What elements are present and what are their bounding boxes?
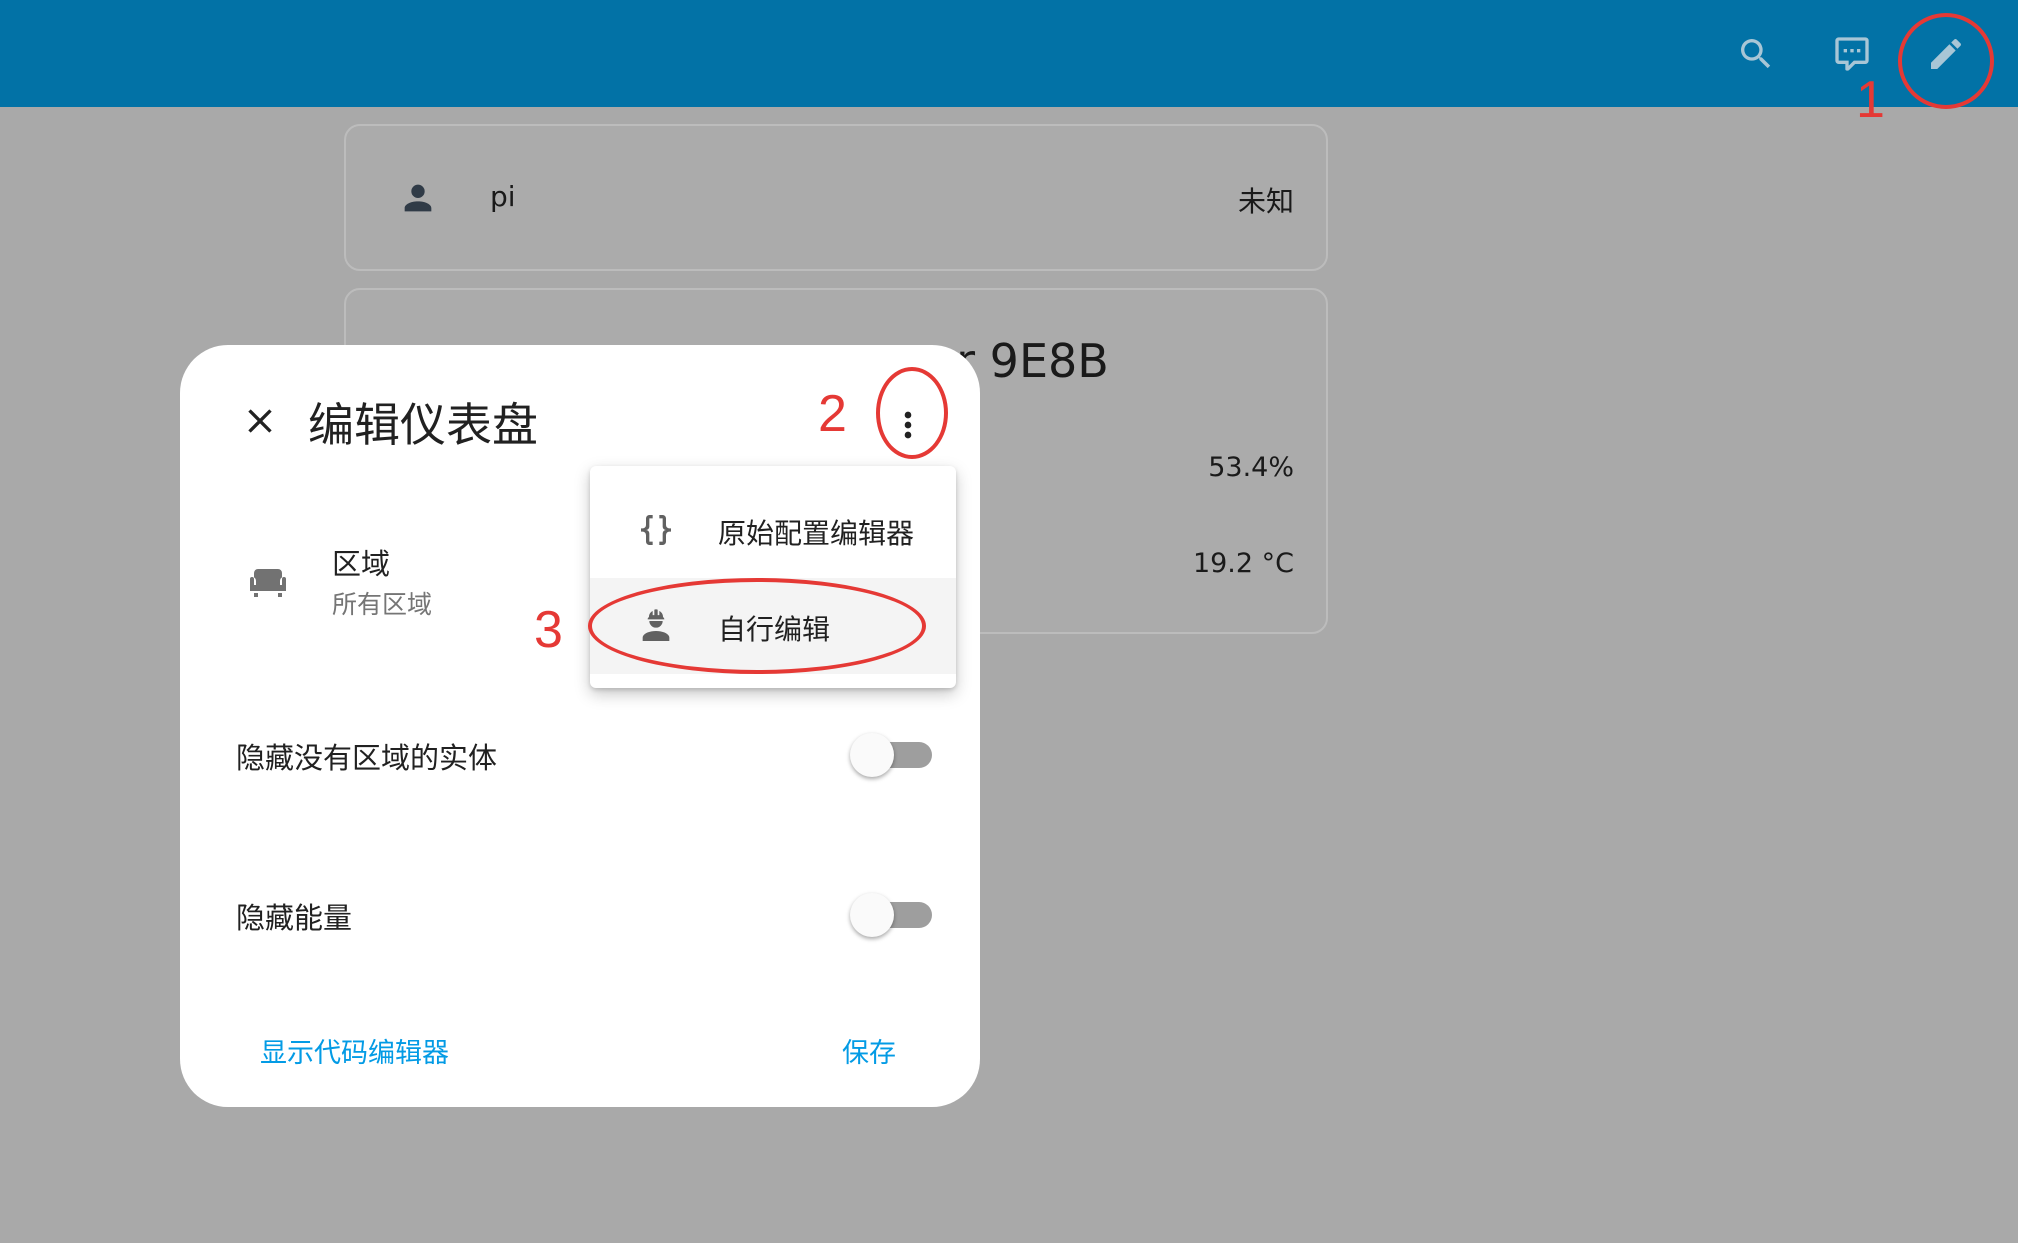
switch-knob [850,893,894,937]
person-name: pi [490,180,516,213]
annotation-circle-3 [588,578,926,674]
area-value: 所有区域 [332,590,433,619]
edit-dashboard-dialog: 编辑仪表盘 区域 所有区域 隐藏没有区域的实体 隐藏能量 显示代码编辑器 保存 [180,345,980,1107]
annotation-number-1: 1 [1856,71,1885,129]
close-icon [248,409,272,433]
person-state: 未知 [1237,185,1294,218]
annotation-circle-1 [1898,13,1994,109]
search-button[interactable] [1724,22,1788,86]
hide-entities-without-area-label: 隐藏没有区域的实体 [236,741,498,775]
person-icon [398,178,438,218]
person-card[interactable]: pi 未知 [344,124,1328,271]
hide-energy-label: 隐藏能量 [236,901,353,935]
hide-energy-switch[interactable] [850,893,932,937]
menu-item-raw-config-editor[interactable]: 原始配置编辑器 [590,482,956,578]
sensor-humidity-value: 53.4% [1208,452,1294,483]
dialog-title: 编辑仪表盘 [308,398,538,452]
code-braces-icon [634,508,678,552]
close-button[interactable] [230,391,290,451]
switch-knob [850,733,894,777]
assist-icon [1835,37,1869,71]
area-label: 区域 [332,547,391,581]
hide-entities-without-area-switch[interactable] [850,733,932,777]
annotation-circle-2 [876,367,948,459]
sofa-icon [244,557,292,605]
menu-item-label: 原始配置编辑器 [718,517,915,550]
show-code-editor-button[interactable]: 显示代码编辑器 [260,1031,449,1070]
top-app-bar [0,0,2018,107]
save-button[interactable]: 保存 [842,1031,896,1070]
sensor-temperature-value: 19.2 °C [1192,548,1294,579]
search-icon [1741,39,1771,69]
annotation-number-3: 3 [534,601,563,659]
annotation-number-2: 2 [818,385,847,443]
